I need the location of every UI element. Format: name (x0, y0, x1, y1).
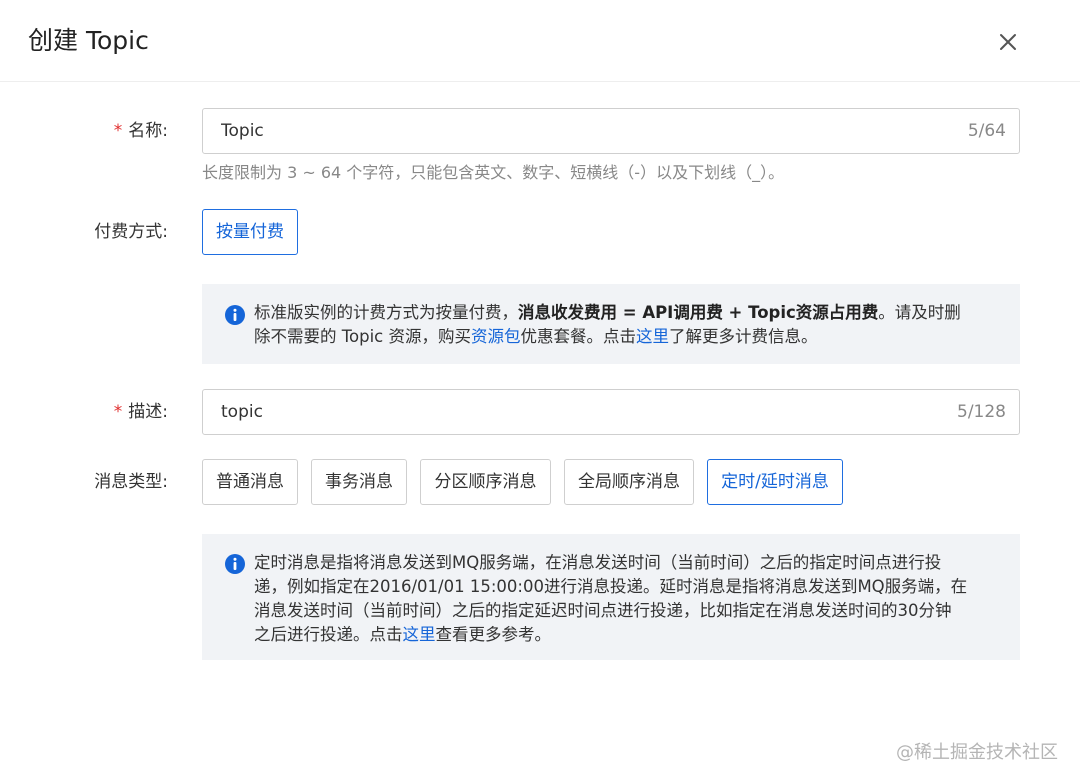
info-line: 定时消息是指将消息发送到MQ服务端，在消息发送时间（当前时间）之后的指定时间点进… (254, 553, 942, 572)
desc-input[interactable] (221, 390, 921, 434)
close-button[interactable] (994, 28, 1022, 56)
info-line-part: 之后进行投递。点击 (254, 625, 403, 644)
message-type-normal[interactable]: 普通消息 (202, 459, 298, 505)
billing-info-formula: 消息收发费用 = API调用费 + Topic资源占用费 (518, 303, 879, 322)
message-type-label: 消息类型: (94, 472, 168, 492)
required-mark: * (113, 121, 123, 141)
billing-info-part-3: 除不需要的 Topic 资源，购买 (254, 327, 471, 346)
desc-label-text: 描述: (128, 402, 168, 422)
dialog-title: 创建 Topic (28, 26, 149, 55)
message-type-info-text: 定时消息是指将消息发送到MQ服务端，在消息发送时间（当前时间）之后的指定时间点进… (254, 551, 999, 647)
name-label-text: 名称: (128, 121, 168, 141)
message-type-scheduled-delay[interactable]: 定时/延时消息 (707, 459, 843, 505)
desc-char-counter: 5/128 (957, 402, 1006, 422)
name-input-box[interactable]: 5/64 (202, 108, 1020, 154)
name-label: * 名称: (114, 119, 168, 143)
message-type-info-box: 定时消息是指将消息发送到MQ服务端，在消息发送时间（当前时间）之后的指定时间点进… (202, 534, 1020, 660)
name-char-counter: 5/64 (967, 121, 1006, 141)
info-icon (225, 305, 245, 325)
billing-label: 付费方式: (94, 222, 168, 242)
billing-info-text: 标准版实例的计费方式为按量付费，消息收发费用 = API调用费 + Topic资… (254, 301, 999, 349)
billing-more-link[interactable]: 这里 (636, 327, 669, 346)
billing-info-box: 标准版实例的计费方式为按量付费，消息收发费用 = API调用费 + Topic资… (202, 284, 1020, 364)
required-mark: * (113, 402, 123, 422)
billing-info-part-1: 标准版实例的计费方式为按量付费， (254, 303, 518, 322)
billing-info-part-4: 优惠套餐。点击 (520, 327, 637, 346)
name-hint: 长度限制为 3 ~ 64 个字符，只能包含英文、数字、短横线（-）以及下划线（_… (202, 163, 785, 182)
info-line-part: 查看更多参考。 (435, 625, 552, 644)
message-type-global-order[interactable]: 全局顺序消息 (564, 459, 694, 505)
resource-package-link[interactable]: 资源包 (471, 327, 521, 346)
close-icon (1000, 34, 1016, 50)
billing-info-part-2: 。请及时删 (878, 303, 961, 322)
desc-input-box[interactable]: 5/128 (202, 389, 1020, 435)
message-type-more-link[interactable]: 这里 (403, 625, 436, 644)
billing-info-part-5: 了解更多计费信息。 (669, 327, 818, 346)
dialog-header: 创建 Topic (0, 0, 1080, 82)
name-input[interactable] (221, 109, 921, 153)
billing-option-pay-as-you-go[interactable]: 按量付费 (202, 209, 298, 255)
info-line: 递，例如指定在2016/01/01 15:00:00进行消息投递。延时消息是指将… (254, 577, 968, 596)
desc-label: * 描述: (114, 400, 168, 424)
create-topic-dialog: 创建 Topic *名称: 5/64 长度限制为 3 ~ 64 个字符，只能包含… (0, 0, 1080, 782)
watermark: @稀土掘金技术社区 (896, 742, 1058, 763)
info-icon (225, 554, 245, 574)
info-line: 消息发送时间（当前时间）之后的指定延迟时间点进行投递，比如指定在消息发送时间的3… (254, 601, 952, 620)
message-type-transaction[interactable]: 事务消息 (311, 459, 407, 505)
message-type-partition-order[interactable]: 分区顺序消息 (420, 459, 551, 505)
